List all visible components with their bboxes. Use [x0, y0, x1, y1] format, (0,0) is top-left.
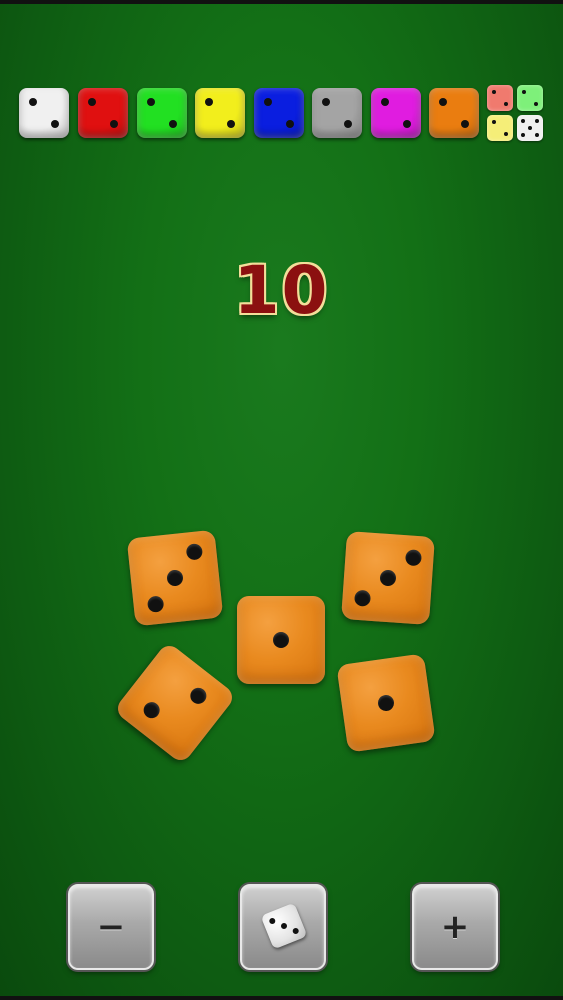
remove-die-button[interactable]: − — [68, 884, 154, 970]
color-swatch-blue[interactable] — [254, 88, 304, 138]
dice-total: 10 — [233, 252, 330, 329]
color-swatch-orange[interactable] — [429, 88, 479, 138]
color-swatch-gray[interactable] — [312, 88, 362, 138]
pip — [521, 133, 525, 137]
pip — [291, 927, 300, 935]
pip — [29, 98, 37, 106]
color-swatch-white[interactable] — [19, 88, 69, 138]
color-swatch-red[interactable] — [78, 88, 128, 138]
pip — [492, 90, 496, 94]
table-felt — [0, 0, 563, 1000]
pip — [140, 698, 163, 722]
mini-die-white — [517, 115, 543, 141]
pip — [147, 98, 155, 106]
color-swatch-green[interactable] — [137, 88, 187, 138]
pip — [280, 922, 288, 930]
bottom-edge — [0, 996, 563, 1000]
pip — [268, 917, 277, 925]
die-three[interactable] — [126, 529, 224, 627]
pip — [166, 569, 184, 587]
pip — [169, 120, 177, 128]
pip — [264, 98, 272, 106]
pip — [322, 98, 330, 106]
pip — [492, 120, 496, 124]
pip — [205, 98, 213, 106]
pip — [504, 132, 508, 136]
pip — [381, 98, 389, 106]
pip — [88, 98, 96, 106]
color-swatch-magenta[interactable] — [371, 88, 421, 138]
pip — [528, 126, 532, 130]
pip — [535, 119, 539, 123]
pip — [187, 684, 210, 708]
color-swatch-yellow[interactable] — [195, 88, 245, 138]
pip — [379, 569, 397, 587]
minus-icon: − — [96, 907, 126, 947]
pip — [227, 120, 235, 128]
pip — [110, 120, 118, 128]
pip — [461, 120, 469, 128]
pip — [376, 693, 396, 713]
color-swatch-mixed[interactable] — [487, 85, 545, 143]
pip — [273, 632, 289, 648]
pip — [353, 589, 372, 607]
pip — [51, 120, 59, 128]
pip — [286, 120, 294, 128]
pip — [504, 102, 508, 106]
mini-die-green — [517, 85, 543, 111]
pip — [146, 595, 165, 613]
pip — [439, 98, 447, 106]
pip — [521, 119, 525, 123]
mini-die-red — [487, 85, 513, 111]
add-die-button[interactable]: + — [412, 884, 498, 970]
pip — [404, 549, 423, 567]
pip — [534, 102, 538, 106]
die-one[interactable] — [336, 653, 436, 753]
pip — [522, 90, 526, 94]
pip — [344, 120, 352, 128]
die-three[interactable] — [341, 531, 435, 625]
top-edge — [0, 0, 563, 4]
plus-icon: + — [440, 907, 470, 947]
pip — [185, 543, 204, 561]
pip — [403, 120, 411, 128]
die-one[interactable] — [237, 596, 325, 684]
mini-die-yellow — [487, 115, 513, 141]
roll-dice-button[interactable] — [240, 884, 326, 970]
pip — [535, 133, 539, 137]
die-icon — [260, 902, 308, 950]
